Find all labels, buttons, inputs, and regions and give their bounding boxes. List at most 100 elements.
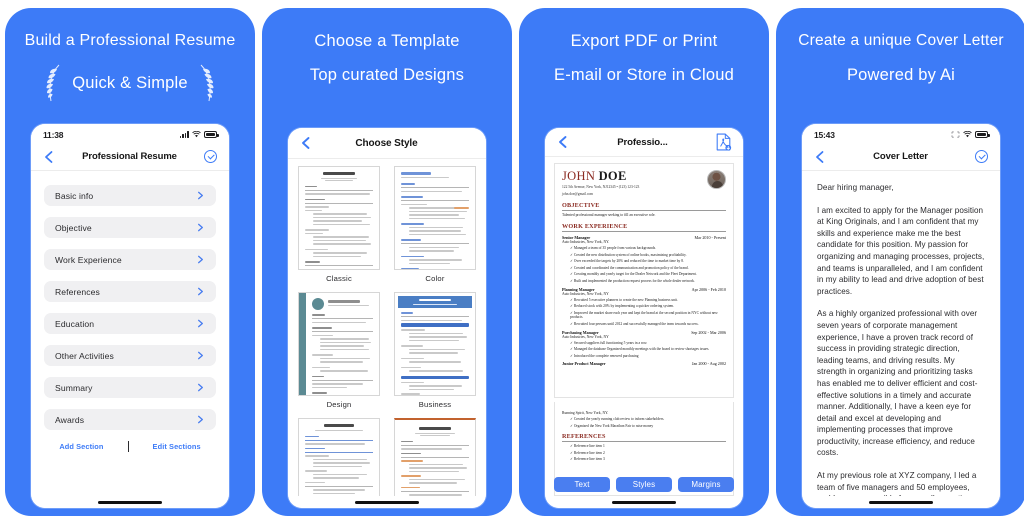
back-chevron-icon[interactable] <box>299 136 313 150</box>
status-time: 15:43 <box>814 129 835 140</box>
page-title: Professional Resume <box>82 151 177 162</box>
resume-preview[interactable]: JOHN DOE 122 5th Avenue, New York, NJ123… <box>545 157 743 496</box>
panel-2-headline-1: Choose a Template <box>314 32 460 50</box>
nav-bar-3: Professio... <box>545 128 743 157</box>
section-label: Awards <box>55 414 85 425</box>
cover-letter-body[interactable]: Dear hiring manager, I am excited to app… <box>802 171 1000 496</box>
letter-salutation: Dear hiring manager, <box>817 183 894 192</box>
reference-item: ✓ Reference line item 2 <box>570 450 605 455</box>
sidebar-item-education[interactable]: Education <box>44 313 216 334</box>
sidebar-item-objective[interactable]: Objective <box>44 217 216 238</box>
letter-paragraph: At my previous role at XYZ company, I le… <box>817 471 977 496</box>
section-label: Other Activities <box>55 350 114 361</box>
letter-paragraph: As a highly organized professional with … <box>817 309 978 458</box>
job-bullet: ✓ Created and coordinated the communicat… <box>570 265 689 270</box>
template-card-5[interactable] <box>298 418 380 496</box>
divider <box>127 441 129 452</box>
job-dates: Jan 2000 - Aug 2002 <box>691 361 726 367</box>
check-circle-icon <box>975 150 988 163</box>
margins-button[interactable]: Margins <box>678 477 734 492</box>
sidebar-item-references[interactable]: References <box>44 281 216 302</box>
job-dates: Sep 2002 - Mar 2006 <box>691 329 726 335</box>
sidebar-item-work-experience[interactable]: Work Experience <box>44 249 216 270</box>
job-bullet: ✓ Introduced the complete renewed purcha… <box>570 353 639 358</box>
section-label: References <box>55 286 100 297</box>
page-title: Professio... <box>617 136 668 148</box>
job-company: Auto Industries, New York, NY <box>562 334 609 339</box>
sidebar-item-other-activities[interactable]: Other Activities <box>44 345 216 366</box>
job-company: Auto Industries, New York, NY <box>562 291 609 296</box>
chevron-right-icon <box>198 223 203 232</box>
template-card-6[interactable] <box>394 418 476 496</box>
back-chevron-icon[interactable] <box>556 135 570 149</box>
template-thumbnail <box>298 166 380 270</box>
template-card-business[interactable]: Business <box>394 292 476 414</box>
page-title: Cover Letter <box>873 151 928 162</box>
status-bar-1: 11:38 <box>31 124 229 143</box>
check-circle-icon <box>204 150 217 163</box>
back-chevron-icon[interactable] <box>42 150 56 164</box>
promo-panel-1: Build a Professional Resume Quick & Simp… <box>5 8 255 516</box>
job-title-row: Junior Product Manager Jan 2000 - Aug 20… <box>562 361 726 366</box>
panel-3-headline-2: E-mail or Store in Cloud <box>554 66 734 84</box>
job-bullet: ✓ Managed a team of 35 people from vario… <box>570 246 657 250</box>
sidebar-item-summary[interactable]: Summary <box>44 377 216 398</box>
divider <box>562 210 726 211</box>
resume-name: JOHN DOE <box>562 169 627 183</box>
job-bullet: ✓ Secured suppliers full functioning 5 y… <box>570 340 648 345</box>
phone-screen-2: Choose Style Classic Color Design Busine… <box>288 128 486 508</box>
edit-sections-button[interactable]: Edit Sections <box>153 442 201 451</box>
nav-right-spacer <box>460 136 475 151</box>
nav-bar-4: Cover Letter <box>802 143 1000 171</box>
chevron-right-icon <box>198 351 203 360</box>
screenshot-stage: Build a Professional Resume Quick & Simp… <box>0 0 1024 524</box>
panel-3-headline-1: Export PDF or Print <box>570 32 718 50</box>
template-card-classic[interactable]: Classic <box>298 166 380 288</box>
phone-screen-3: Professio... JOHN DOE 122 5th Avenue, Ne… <box>545 128 743 508</box>
laurel-right-icon <box>200 64 214 102</box>
text-button[interactable]: Text <box>554 477 610 492</box>
status-time: 11:38 <box>43 129 64 140</box>
objective-heading: OBJECTIVE <box>562 202 600 209</box>
section-label: Work Experience <box>55 254 122 265</box>
pdf-export-icon <box>716 133 732 151</box>
template-label: Color <box>425 274 445 283</box>
job-company: Auto Industries, New York, NY. <box>562 240 610 244</box>
job-bullet: ✓ Improved the market share each year an… <box>570 310 718 320</box>
job-title: Purchasing Manager <box>562 329 599 335</box>
back-chevron-icon[interactable] <box>813 150 827 164</box>
styles-button[interactable]: Styles <box>616 477 672 492</box>
promo-panel-3: Export PDF or Print E-mail or Store in C… <box>519 8 769 516</box>
sidebar-item-awards[interactable]: Awards <box>44 409 216 430</box>
job-title: Junior Product Manager <box>562 361 606 367</box>
divider <box>562 441 726 443</box>
resume-header: JOHN DOE 122 5th Avenue, New York, NJ123… <box>562 170 726 197</box>
add-section-button[interactable]: Add Section <box>59 442 103 451</box>
sidebar-item-basic-info[interactable]: Basic info <box>44 185 216 206</box>
job-dates: Apr 2006 - Feb 2010 <box>691 286 726 292</box>
cellular-signal-icon <box>179 131 189 138</box>
panel-2-headline-2: Top curated Designs <box>309 66 465 84</box>
home-indicator <box>545 496 743 508</box>
template-card-color[interactable]: Color <box>394 166 476 288</box>
status-icons <box>951 131 990 138</box>
job-bullet: ✓ Over exceeded the targets by 20% and r… <box>570 259 684 264</box>
letter-paragraph: I am excited to apply for the Manager po… <box>817 205 985 296</box>
panel-1-headline-2: Quick & Simple <box>72 74 188 92</box>
done-button[interactable] <box>203 149 218 164</box>
status-icons <box>179 131 219 138</box>
reference-item: ✓ Reference line item 3 <box>570 457 605 462</box>
job-bullet: ✓ Recruited 5 executive planners to crea… <box>570 297 678 302</box>
section-label: Summary <box>55 382 93 393</box>
phone-screen-1: 11:38 Professional Resume Basic info Obj… <box>31 124 229 508</box>
panel-1-headline-1: Build a Professional Resume <box>24 32 236 49</box>
battery-icon <box>204 131 219 138</box>
template-card-design[interactable]: Design <box>298 292 380 414</box>
done-button[interactable] <box>974 149 989 164</box>
export-pdf-button[interactable] <box>715 133 732 151</box>
activity-bullet: ✓ Created the yearly running club review… <box>570 417 665 421</box>
resume-photo <box>707 170 726 189</box>
promo-panel-4: Create a unique Cover Letter Powered by … <box>776 8 1024 516</box>
template-thumbnail <box>394 166 476 270</box>
resume-contact-2: john.doe@gmail.com <box>562 192 594 196</box>
